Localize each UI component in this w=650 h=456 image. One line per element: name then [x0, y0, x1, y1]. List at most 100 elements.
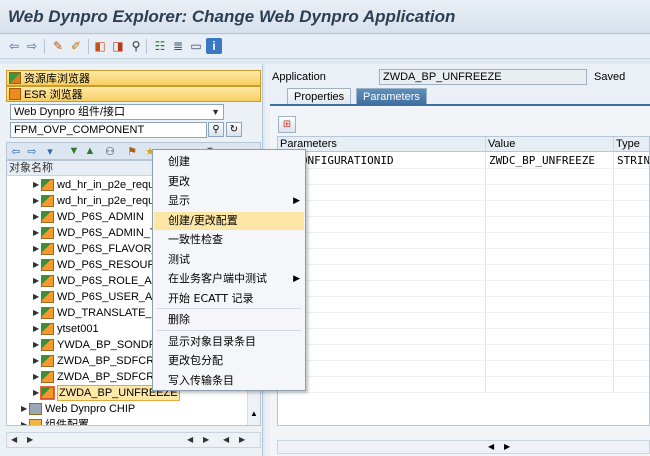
parameter-cell[interactable] [278, 281, 486, 296]
menu-item[interactable]: 测试 [154, 251, 304, 269]
display-object-icon[interactable]: ⚲ [208, 122, 224, 137]
scroll-right-icon[interactable]: ▶ [504, 442, 510, 451]
expand-arrow-icon[interactable]: ▶ [33, 289, 39, 305]
expand-arrow-icon[interactable]: ▶ [33, 241, 39, 257]
table-row[interactable] [278, 265, 649, 281]
table-row[interactable] [278, 329, 649, 345]
scroll-right-icon[interactable]: ▶ [203, 435, 209, 444]
expand-arrow-icon[interactable]: ▶ [21, 401, 27, 417]
esr-browser-button[interactable]: ESR 浏览器 [6, 86, 261, 102]
table-row[interactable] [278, 345, 649, 361]
scroll-left-icon[interactable]: ◀ [223, 435, 229, 444]
scroll-down-icon[interactable]: ▼ [250, 423, 258, 425]
expand-arrow-icon[interactable]: ▶ [33, 193, 39, 209]
tab-properties[interactable]: Properties [287, 88, 352, 105]
table-row[interactable] [278, 169, 649, 185]
scroll-right-icon[interactable]: ▶ [239, 435, 245, 444]
expand-arrow-icon[interactable]: ▶ [33, 321, 39, 337]
tree-folder[interactable]: ▶ 组件配置 [7, 417, 247, 425]
display-change-icon[interactable]: ✐ [68, 38, 84, 54]
menu-item[interactable]: 写入传输条目 [154, 372, 304, 390]
menu-item[interactable]: 一致性检查 [154, 231, 304, 249]
application-field[interactable]: ZWDA_BP_UNFREEZE [379, 69, 587, 85]
value-cell[interactable] [486, 329, 614, 344]
other-object-icon[interactable]: ✎ [50, 38, 66, 54]
column-header-type[interactable]: Type [614, 137, 649, 152]
value-cell[interactable]: ZWDC_BP_UNFREEZE [486, 153, 614, 168]
value-cell[interactable] [486, 169, 614, 184]
scroll-right-icon[interactable]: ▶ [27, 435, 33, 444]
table-row[interactable] [278, 361, 649, 377]
parameter-cell[interactable] [278, 249, 486, 264]
table-row[interactable] [278, 313, 649, 329]
check-icon[interactable]: ◨ [110, 38, 126, 54]
parameter-cell[interactable] [278, 345, 486, 360]
table-row[interactable] [278, 377, 649, 393]
repository-browser-button[interactable]: 资源库浏览器 [6, 70, 261, 86]
expand-arrow-icon[interactable]: ▶ [33, 225, 39, 241]
scroll-left-icon[interactable]: ◀ [488, 442, 494, 451]
table-row[interactable] [278, 249, 649, 265]
parameter-cell[interactable] [278, 313, 486, 328]
parameter-cell[interactable] [278, 201, 486, 216]
info-icon[interactable]: i [206, 38, 222, 54]
column-header-parameters[interactable]: Parameters [278, 137, 486, 152]
activate-icon[interactable]: ◧ [92, 38, 108, 54]
expand-arrow-icon[interactable]: ▶ [33, 337, 39, 353]
expand-arrow-icon[interactable]: ▶ [33, 369, 39, 385]
expand-icon[interactable]: ▲ [83, 144, 97, 158]
parameter-cell[interactable] [278, 297, 486, 312]
value-cell[interactable] [486, 361, 614, 376]
parameter-cell[interactable]: WDCONFIGURATIONID [278, 153, 486, 168]
expand-arrow-icon[interactable]: ▶ [33, 385, 39, 401]
table-row[interactable] [278, 201, 649, 217]
collapse-icon[interactable]: ▼ [67, 144, 81, 158]
menu-item[interactable]: 显示对象目录条目 [154, 333, 304, 351]
hierarchy-icon[interactable]: ☷ [152, 38, 168, 54]
scroll-up-icon[interactable]: ▲ [250, 409, 258, 418]
table-row[interactable] [278, 297, 649, 313]
back-icon[interactable]: ⇦ [9, 144, 23, 158]
menu-item[interactable]: 创建/更改配置 [154, 211, 304, 230]
column-header-value[interactable]: Value [486, 137, 614, 152]
parameter-cell[interactable] [278, 377, 486, 392]
layout-icon[interactable]: ≣ [170, 38, 186, 54]
value-cell[interactable] [486, 377, 614, 392]
scroll-left-icon[interactable]: ◀ [187, 435, 193, 444]
insert-row-icon[interactable]: ⊞ [278, 116, 296, 133]
expand-arrow-icon[interactable]: ▶ [33, 305, 39, 321]
parameter-cell[interactable] [278, 185, 486, 200]
parameter-cell[interactable] [278, 329, 486, 344]
table-row[interactable] [278, 233, 649, 249]
table-row[interactable] [278, 281, 649, 297]
parameter-cell[interactable] [278, 265, 486, 280]
object-name-field[interactable]: FPM_OVP_COMPONENT [10, 122, 207, 138]
parameter-cell[interactable] [278, 217, 486, 232]
tree-folder[interactable]: ▶ Web Dynpro CHIP [7, 401, 247, 417]
tree-horizontal-scrollbar[interactable]: ◀ ▶ ◀ ▶ ◀ ▶ [6, 432, 261, 448]
value-cell[interactable] [486, 185, 614, 200]
binoculars-icon[interactable]: ⚇ [103, 144, 117, 158]
value-cell[interactable] [486, 265, 614, 280]
menu-item[interactable]: 在业务客户端中测试 ▶ [154, 270, 304, 288]
expand-arrow-icon[interactable]: ▶ [33, 353, 39, 369]
where-used-icon[interactable]: ⚲ [128, 38, 144, 54]
forward-icon[interactable]: ⇨ [24, 38, 40, 54]
window-icon[interactable]: ▭ [188, 38, 204, 54]
parameter-cell[interactable] [278, 233, 486, 248]
table-row[interactable]: WDCONFIGURATIONIDZWDC_BP_UNFREEZESTRING [278, 153, 649, 169]
expand-arrow-icon[interactable]: ▶ [33, 209, 39, 225]
value-cell[interactable] [486, 345, 614, 360]
expand-arrow-icon[interactable]: ▶ [33, 257, 39, 273]
chevron-down-icon[interactable]: ▼ [211, 105, 220, 119]
value-cell[interactable] [486, 201, 614, 216]
up-icon[interactable]: ▾ [43, 144, 57, 158]
refresh-icon[interactable]: ↻ [226, 122, 242, 137]
table-row[interactable] [278, 185, 649, 201]
value-cell[interactable] [486, 297, 614, 312]
value-cell[interactable] [486, 249, 614, 264]
menu-item[interactable]: 创建 [154, 153, 304, 171]
table-horizontal-scrollbar[interactable]: ◀ ▶ [277, 440, 650, 454]
expand-arrow-icon[interactable]: ▶ [33, 273, 39, 289]
object-type-dropdown[interactable]: Web Dynpro 组件/接口 ▼ [10, 104, 224, 120]
